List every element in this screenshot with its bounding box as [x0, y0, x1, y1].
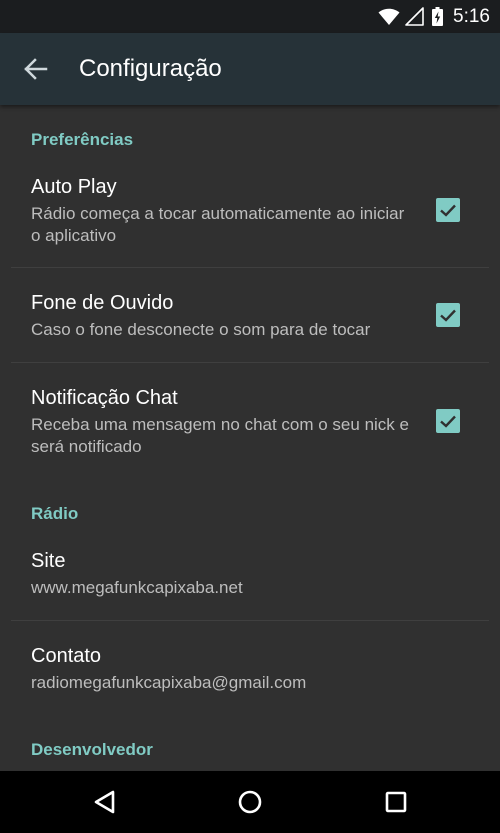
pref-title: Fone de Ouvido [31, 292, 174, 314]
pref-item-site[interactable]: Site www.megafunkcapixaba.net [0, 529, 500, 620]
status-icons: 5:16 [378, 0, 490, 33]
fone-de-ouvido-checkbox[interactable] [436, 303, 460, 327]
home-circle-icon [238, 790, 262, 814]
status-time: 5:16 [453, 5, 490, 27]
auto-play-checkbox[interactable] [436, 198, 460, 222]
wifi-icon [378, 8, 400, 26]
navigation-bar [0, 771, 500, 833]
pref-summary: radiomegafunkcapixaba@gmail.com [31, 673, 307, 692]
pref-summary: Caso o fone desconecte o som para de toc… [31, 320, 371, 339]
checkmark-icon [440, 415, 456, 428]
pref-item-auto-play[interactable]: Auto Play Rádio começa a tocar automatic… [0, 165, 500, 267]
battery-icon [432, 7, 444, 26]
arrow-back-icon [24, 58, 48, 80]
signal-icon [405, 7, 424, 26]
checkmark-icon [440, 204, 456, 217]
pref-item-fone-de-ouvido[interactable]: Fone de Ouvido Caso o fone desconecte o … [0, 268, 500, 362]
back-button[interactable] [20, 53, 52, 85]
pref-item-notificacao-chat[interactable]: Notificação Chat Receba uma mensagem no … [0, 363, 500, 471]
pref-summary: Rádio começa a tocar automaticamente ao … [31, 204, 405, 245]
recents-square-icon [385, 791, 407, 813]
settings-list[interactable]: Preferências Auto Play Rádio começa a to… [0, 105, 500, 771]
notificacao-chat-checkbox[interactable] [436, 409, 460, 433]
checkmark-icon [440, 309, 456, 322]
nav-home-button[interactable] [234, 786, 266, 818]
back-triangle-icon [94, 790, 115, 814]
section-header-preferences: Preferências [31, 130, 134, 149]
pref-title: Contato [31, 645, 102, 667]
app-bar: Configuração [0, 33, 500, 105]
pref-summary: Receba uma mensagem no chat com o seu ni… [31, 415, 409, 456]
pref-title: Site [31, 550, 66, 572]
pref-title: Auto Play [31, 176, 117, 198]
nav-recents-button[interactable] [380, 786, 412, 818]
pref-title: Notificação Chat [31, 387, 178, 409]
pref-item-contato[interactable]: Contato radiomegafunkcapixaba@gmail.com [0, 621, 500, 713]
status-bar: 5:16 [0, 0, 500, 33]
section-header-radio: Rádio [31, 504, 79, 523]
page-title: Configuração [79, 55, 222, 82]
pref-summary: www.megafunkcapixaba.net [31, 578, 243, 597]
section-header-developer: Desenvolvedor [31, 740, 153, 759]
nav-back-button[interactable] [89, 786, 121, 818]
